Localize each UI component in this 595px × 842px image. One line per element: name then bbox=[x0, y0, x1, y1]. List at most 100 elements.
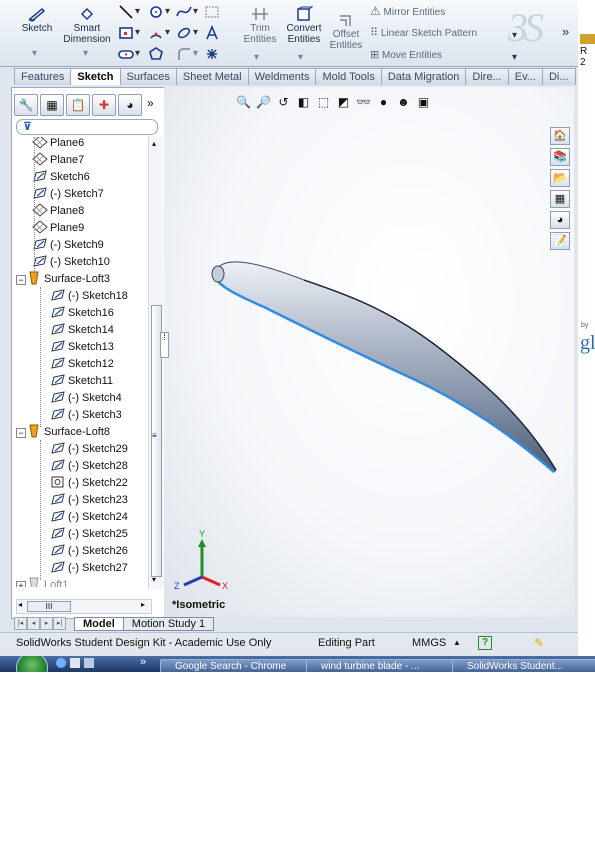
text-icon[interactable] bbox=[204, 25, 220, 41]
dimension-dropdown-icon[interactable]: ▾ bbox=[83, 48, 88, 59]
ellipse-icon[interactable] bbox=[176, 25, 192, 41]
tree-item[interactable]: (-) Sketch28 bbox=[50, 458, 128, 475]
taskbar-more-icon[interactable]: » bbox=[140, 656, 146, 668]
sketch-button[interactable]: Sketch bbox=[18, 6, 56, 34]
tree-item[interactable]: Surface-Loft3 bbox=[26, 271, 110, 288]
point-icon[interactable] bbox=[204, 46, 220, 62]
switch-windows-icon[interactable] bbox=[84, 658, 94, 668]
section-view-icon[interactable]: ◧ bbox=[296, 95, 311, 110]
offset-entities-button[interactable]: Offset Entities bbox=[328, 12, 364, 51]
dimxpert-tab-icon[interactable]: ✚ bbox=[92, 94, 116, 116]
tree-item[interactable]: Sketch12 bbox=[50, 356, 114, 373]
convert-entities-button[interactable]: Convert Entities bbox=[282, 6, 326, 45]
scroll-down-icon[interactable]: ▾ bbox=[152, 575, 156, 584]
zoom-to-area-icon[interactable]: 🔎 bbox=[256, 95, 271, 110]
sketch-dropdown-icon[interactable]: ▾ bbox=[32, 48, 37, 59]
bottom-tab-model[interactable]: Model bbox=[74, 616, 124, 631]
plane-sketch-icon[interactable] bbox=[204, 4, 220, 20]
mirror-entities-button[interactable]: ⚠ Mirror Entities bbox=[370, 5, 445, 18]
circle-icon[interactable] bbox=[148, 4, 164, 20]
last-tab-icon[interactable]: ▸| bbox=[53, 617, 66, 630]
view-palette-icon[interactable]: ▦ bbox=[550, 190, 570, 208]
hide-show-items-icon[interactable]: 👓 bbox=[356, 95, 371, 110]
tree-item[interactable]: (-) Sketch24 bbox=[50, 509, 128, 526]
view-orientation-icon[interactable]: ⬚ bbox=[316, 95, 331, 110]
bottom-tab-motion-study-1[interactable]: Motion Study 1 bbox=[122, 616, 215, 631]
previous-view-icon[interactable]: ↺ bbox=[276, 95, 291, 110]
tree-item[interactable]: (-) Sketch23 bbox=[50, 492, 128, 509]
tree-horizontal-scrollbar[interactable]: ◂ III ▸ bbox=[16, 599, 152, 614]
unit-system-text[interactable]: MMGS bbox=[412, 633, 446, 653]
tree-item[interactable]: (-) Sketch7 bbox=[32, 186, 104, 203]
configuration-manager-tab-icon[interactable]: 📋 bbox=[66, 94, 90, 116]
show-desktop-icon[interactable] bbox=[70, 658, 80, 668]
edit-appearance-icon[interactable]: ● bbox=[376, 95, 391, 110]
tree-item[interactable]: Sketch16 bbox=[50, 305, 114, 322]
start-button-icon[interactable] bbox=[16, 656, 48, 672]
zoom-to-fit-icon[interactable]: 🔍 bbox=[236, 95, 251, 110]
design-library-icon[interactable]: 📚 bbox=[550, 148, 570, 166]
scroll-right-icon[interactable]: ▸ bbox=[141, 600, 145, 609]
rectangle-icon[interactable] bbox=[118, 25, 134, 41]
tree-item[interactable]: Sketch14 bbox=[50, 322, 114, 339]
scroll-up-icon[interactable]: ▴ bbox=[152, 139, 156, 148]
tree-item[interactable]: Surface-Loft8 bbox=[26, 424, 110, 441]
tree-item[interactable]: Sketch11 bbox=[50, 373, 113, 390]
units-menu-icon[interactable]: ▲ bbox=[453, 633, 461, 653]
spline-icon[interactable] bbox=[176, 4, 192, 20]
linear-sketch-pattern-button[interactable]: ⠿ Linear Sketch Pattern bbox=[370, 28, 477, 40]
smart-dimension-button[interactable]: Smart Dimension bbox=[60, 6, 114, 45]
tree-item[interactable]: Loft1 bbox=[26, 577, 68, 587]
view-settings-icon[interactable]: ▣ bbox=[416, 95, 431, 110]
trim-entities-button[interactable]: Trim Entities bbox=[240, 6, 280, 45]
wind-turbine-blade-model[interactable] bbox=[194, 252, 564, 477]
move-entities-button[interactable]: ⊞ Move Entities bbox=[370, 50, 442, 62]
tree-vertical-scrollbar[interactable]: ▴ ≡ ▾ bbox=[148, 137, 163, 589]
tree-item[interactable]: (-) Sketch10 bbox=[32, 254, 110, 271]
collapse-icon[interactable]: − bbox=[16, 275, 26, 285]
file-explorer-icon[interactable]: 📂 bbox=[550, 169, 570, 187]
graphics-area[interactable]: ⁞ 🔍 🔎 ↺ ◧ ⬚ ◩ 👓 ● ☻ ▣ 🏠 📚 📂 ▦ ◕ 📝 Y X Z … bbox=[160, 87, 574, 617]
appearances-scenes-icon[interactable]: ◕ bbox=[550, 211, 570, 229]
ie-quick-launch-icon[interactable] bbox=[56, 658, 66, 668]
tree-item[interactable]: Plane6 bbox=[32, 137, 84, 152]
rebuild-icon[interactable]: ✎ bbox=[534, 633, 544, 653]
horizontal-scroll-thumb[interactable]: III bbox=[27, 601, 71, 612]
tab-data-migration[interactable]: Data Migration bbox=[380, 68, 467, 85]
move-dropdown-icon[interactable]: ▾ bbox=[512, 52, 517, 63]
solidworks-resources-icon[interactable]: 🏠 bbox=[550, 127, 570, 145]
trim-dropdown-icon[interactable]: ▾ bbox=[254, 52, 259, 63]
display-style-icon[interactable]: ◩ bbox=[336, 95, 351, 110]
scroll-left-icon[interactable]: ◂ bbox=[18, 600, 22, 609]
tree-item[interactable]: (-) Sketch4 bbox=[50, 390, 122, 407]
custom-properties-icon[interactable]: 📝 bbox=[550, 232, 570, 250]
next-tab-icon[interactable]: ▸ bbox=[40, 617, 53, 630]
tab-sheet-metal[interactable]: Sheet Metal bbox=[175, 68, 249, 85]
expand-icon[interactable]: + bbox=[16, 581, 26, 587]
tree-item[interactable]: (-) Sketch29 bbox=[50, 441, 128, 458]
tree-filter-input[interactable]: ⊽ bbox=[16, 119, 158, 135]
taskbar-item[interactable]: wind turbine blade - ... bbox=[306, 659, 460, 672]
polygon-icon[interactable] bbox=[148, 46, 164, 62]
tab-surfaces[interactable]: Surfaces bbox=[119, 68, 177, 85]
feature-manager-tab-icon[interactable]: 🔧 bbox=[14, 94, 38, 116]
tab-weldments[interactable]: Weldments bbox=[247, 68, 317, 85]
collapse-icon[interactable]: − bbox=[16, 428, 26, 438]
tree-item[interactable]: Sketch13 bbox=[50, 339, 114, 356]
tree-item[interactable]: (-) Sketch9 bbox=[32, 237, 104, 254]
tab-features[interactable]: Features bbox=[14, 68, 72, 85]
panel-splitter-handle[interactable]: ⁞ bbox=[160, 332, 169, 358]
display-manager-tab-icon[interactable]: ◕ bbox=[118, 94, 142, 116]
tree-item[interactable]: Sketch6 bbox=[32, 169, 90, 186]
property-manager-tab-icon[interactable]: ▦ bbox=[40, 94, 64, 116]
tab-di[interactable]: Di... bbox=[541, 68, 576, 85]
help-icon[interactable]: ? bbox=[478, 636, 492, 650]
tree-item[interactable]: Plane7 bbox=[32, 152, 84, 169]
taskbar-item[interactable]: Google Search - Chrome bbox=[160, 659, 314, 672]
first-tab-icon[interactable]: |◂ bbox=[14, 617, 27, 630]
tree-item[interactable]: Plane9 bbox=[32, 220, 84, 237]
tree-item[interactable]: (-) Sketch25 bbox=[50, 526, 128, 543]
tree-item[interactable]: (-) Sketch22 bbox=[50, 475, 128, 492]
convert-dropdown-icon[interactable]: ▾ bbox=[298, 52, 303, 63]
line-icon[interactable] bbox=[118, 4, 134, 20]
